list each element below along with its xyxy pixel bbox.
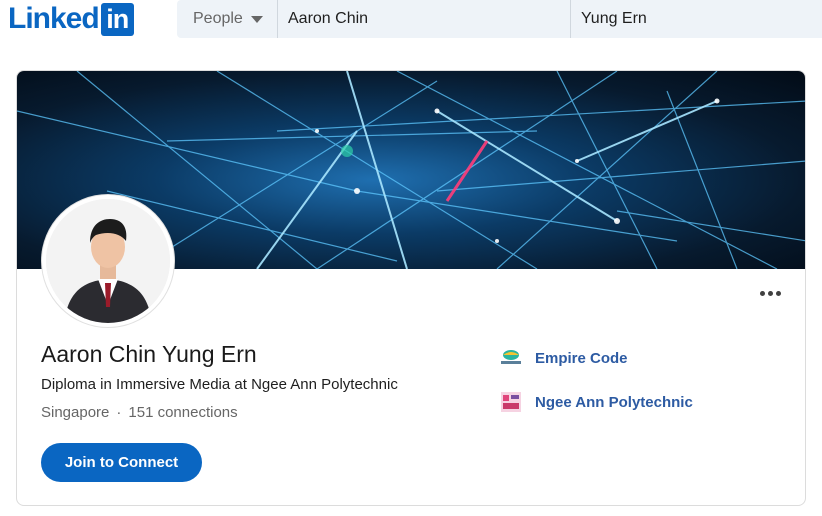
search-category-dropdown[interactable]: People bbox=[177, 0, 278, 38]
search-category-label: People bbox=[193, 10, 243, 27]
profile-name: Aaron Chin Yung Ern bbox=[41, 341, 257, 367]
more-dot-icon bbox=[767, 290, 773, 296]
profile-headline: Diploma in Immersive Media at Ngee Ann P… bbox=[41, 376, 398, 393]
last-name-input[interactable] bbox=[571, 0, 821, 38]
profile-location: Singapore bbox=[41, 404, 110, 421]
profile-connections: 151 connections bbox=[128, 404, 238, 421]
org-link-ngee-ann-polytechnic[interactable]: Ngee Ann Polytechnic bbox=[499, 390, 693, 414]
logo-wordmark: Linked bbox=[8, 2, 100, 35]
org-label: Empire Code bbox=[535, 349, 628, 367]
logo-in-box: in bbox=[100, 2, 134, 36]
join-to-connect-button[interactable]: Join to Connect bbox=[41, 443, 202, 482]
caret-down-icon bbox=[250, 15, 263, 23]
ngee-ann-polytechnic-logo-icon bbox=[499, 390, 523, 414]
more-options-button[interactable] bbox=[750, 277, 790, 309]
meta-separator: · bbox=[116, 404, 122, 421]
profile-card: Aaron Chin Yung Ern Diploma in Immersive… bbox=[16, 70, 806, 506]
org-link-empire-code[interactable]: Empire Code bbox=[499, 346, 628, 370]
top-bar: Linked in People bbox=[0, 0, 822, 40]
linkedin-logo[interactable]: Linked in bbox=[8, 2, 134, 36]
more-dot-icon bbox=[775, 290, 781, 296]
more-dot-icon bbox=[759, 290, 765, 296]
org-label: Ngee Ann Polytechnic bbox=[535, 393, 693, 411]
person-photo-icon bbox=[46, 199, 170, 323]
profile-photo[interactable] bbox=[42, 195, 174, 327]
empire-code-logo-icon bbox=[499, 346, 523, 370]
first-name-input[interactable] bbox=[278, 0, 571, 38]
people-search-bar: People bbox=[177, 0, 822, 38]
profile-meta: Singapore · 151 connections bbox=[41, 404, 238, 421]
